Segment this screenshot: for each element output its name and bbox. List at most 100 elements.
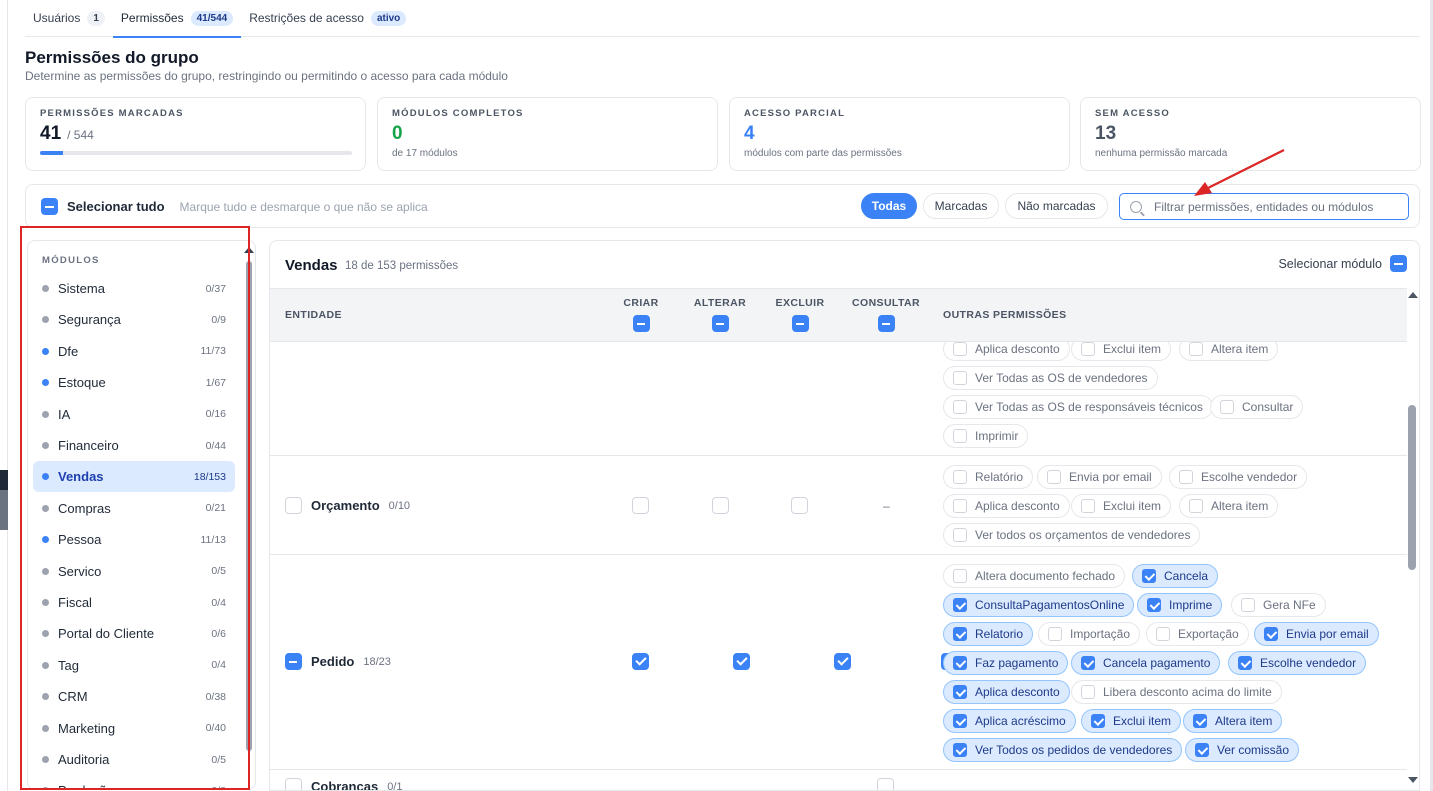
alterar-checkbox[interactable] <box>712 497 729 514</box>
sidebar-item-seguran-a[interactable]: Segurança 0/9 <box>33 304 235 335</box>
permission-chip[interactable]: Cancela pagamento <box>1071 651 1221 675</box>
permission-chip[interactable]: Aplica desconto <box>943 342 1070 361</box>
permission-chip[interactable]: Relatório <box>943 465 1034 489</box>
permission-checkbox[interactable] <box>1264 627 1278 641</box>
tab-restricoes[interactable]: Restrições de acesso ativo <box>241 0 414 37</box>
sidebar-item-vendas[interactable]: Vendas 18/153 <box>33 461 235 493</box>
scroll-up-arrow-icon[interactable] <box>1408 292 1418 298</box>
permission-checkbox[interactable] <box>953 470 967 484</box>
sidebar-item-financeiro[interactable]: Financeiro 0/44 <box>33 430 235 461</box>
permission-checkbox[interactable] <box>1081 499 1095 513</box>
permission-checkbox[interactable] <box>1091 714 1105 728</box>
sidebar-item-auditoria[interactable]: Auditoria 0/5 <box>33 744 235 775</box>
entity-checkbox[interactable] <box>285 778 302 790</box>
permission-checkbox[interactable] <box>953 598 967 612</box>
permission-chip[interactable]: Envia por email <box>1254 622 1379 646</box>
permission-checkbox[interactable] <box>953 685 967 699</box>
permission-chip[interactable]: Exportação <box>1146 622 1249 646</box>
select-all[interactable]: Selecionar tudo Marque tudo e desmarque … <box>41 198 428 215</box>
permission-chip[interactable]: Gera NFe <box>1231 593 1326 617</box>
permission-checkbox[interactable] <box>1081 656 1095 670</box>
permission-chip[interactable]: Altera item <box>1179 342 1279 361</box>
permission-checkbox[interactable] <box>953 656 967 670</box>
excluir-checkbox[interactable] <box>833 653 851 670</box>
scroll-down-arrow-icon[interactable] <box>1408 777 1418 783</box>
permission-chip[interactable]: Imprimir <box>943 424 1029 448</box>
sidebar-item-dfe[interactable]: Dfe 11/73 <box>33 336 235 367</box>
tab-permissoes[interactable]: Permissões 41/544 <box>112 0 242 38</box>
permission-checkbox[interactable] <box>953 627 967 641</box>
permission-chip[interactable]: Altera item <box>1179 494 1279 518</box>
minus-checkbox-icon[interactable] <box>1390 255 1407 272</box>
permission-checkbox[interactable] <box>1189 342 1203 356</box>
main-scrollbar[interactable] <box>1408 405 1416 570</box>
permission-checkbox[interactable] <box>953 743 967 757</box>
permission-checkbox[interactable] <box>953 371 967 385</box>
permission-chip[interactable]: Ver comissão <box>1185 738 1300 762</box>
permission-checkbox[interactable] <box>953 429 967 443</box>
permission-checkbox[interactable] <box>953 400 967 414</box>
permission-chip[interactable]: Exclui item <box>1071 342 1172 361</box>
permission-chip[interactable]: Aplica desconto <box>943 680 1070 704</box>
permission-checkbox[interactable] <box>1156 627 1170 641</box>
permission-chip[interactable]: Ver Todos os pedidos de vendedores <box>943 738 1183 762</box>
permission-chip[interactable]: Exclui item <box>1071 494 1172 518</box>
permission-checkbox[interactable] <box>1047 470 1061 484</box>
minus-checkbox-icon[interactable] <box>41 198 58 215</box>
minus-checkbox-icon[interactable] <box>632 315 650 332</box>
permission-chip[interactable]: Consultar <box>1210 395 1304 419</box>
sidebar-item-produ-o[interactable]: Produção0/8 <box>33 775 235 789</box>
alterar-checkbox[interactable] <box>733 653 751 670</box>
consultar-checkbox[interactable] <box>877 778 894 790</box>
minus-checkbox-icon[interactable] <box>711 315 729 332</box>
permission-checkbox[interactable] <box>1048 627 1062 641</box>
sidebar-item-estoque[interactable]: Estoque 1/67 <box>33 367 235 398</box>
permission-checkbox[interactable] <box>1241 598 1255 612</box>
permission-checkbox[interactable] <box>1179 470 1193 484</box>
permission-checkbox[interactable] <box>953 714 967 728</box>
permission-chip[interactable]: Aplica desconto <box>943 494 1070 518</box>
excluir-checkbox[interactable] <box>791 497 808 514</box>
permission-chip[interactable]: ConsultaPagamentosOnline <box>943 593 1135 617</box>
permission-checkbox[interactable] <box>1147 598 1161 612</box>
permission-chip[interactable]: Aplica acréscimo <box>943 709 1076 733</box>
permission-chip[interactable]: Envia por email <box>1037 465 1162 489</box>
permission-checkbox[interactable] <box>953 342 967 356</box>
entity-checkbox[interactable] <box>285 653 302 670</box>
permission-chip[interactable]: Exclui item <box>1081 709 1182 733</box>
minus-checkbox-icon[interactable] <box>877 315 895 332</box>
permission-chip[interactable]: Escolhe vendedor <box>1169 465 1308 489</box>
sidebar-item-crm[interactable]: CRM 0/38 <box>33 681 235 712</box>
filter-nao-marcadas-button[interactable]: Não marcadas <box>1005 193 1108 219</box>
permission-checkbox[interactable] <box>1195 743 1209 757</box>
criar-checkbox[interactable] <box>632 653 649 670</box>
sidebar-scrollbar[interactable] <box>246 261 252 751</box>
permission-chip[interactable]: Altera documento fechado <box>943 564 1126 588</box>
sidebar-item-compras[interactable]: Compras 0/21 <box>33 493 235 524</box>
permission-checkbox[interactable] <box>1193 714 1207 728</box>
sidebar-item-marketing[interactable]: Marketing 0/40 <box>33 713 235 744</box>
select-module-button[interactable]: Selecionar módulo <box>1278 255 1407 272</box>
permission-chip[interactable]: Escolhe vendedor <box>1228 651 1367 675</box>
permission-checkbox[interactable] <box>1142 569 1156 583</box>
permission-chip[interactable]: Ver Todas as OS de responsáveis técnicos <box>943 395 1213 419</box>
permission-checkbox[interactable] <box>1220 400 1234 414</box>
minus-checkbox-icon[interactable] <box>791 315 809 332</box>
permission-checkbox[interactable] <box>1081 342 1095 356</box>
permission-checkbox[interactable] <box>1189 499 1203 513</box>
criar-checkbox[interactable] <box>632 497 649 514</box>
sidebar-item-pessoa[interactable]: Pessoa 11/13 <box>33 524 235 555</box>
tab-usuarios[interactable]: Usuários 1 <box>25 0 113 37</box>
sidebar-item-servico[interactable]: Servico 0/5 <box>33 556 235 587</box>
filter-todas-button[interactable]: Todas <box>861 193 917 219</box>
permission-checkbox[interactable] <box>1081 685 1095 699</box>
permission-checkbox[interactable] <box>1238 656 1252 670</box>
permission-checkbox[interactable] <box>953 499 967 513</box>
sidebar-item-ia[interactable]: IA 0/16 <box>33 399 235 430</box>
permission-checkbox[interactable] <box>953 569 967 583</box>
permission-chip[interactable]: Ver todos os orçamentos de vendedores <box>943 523 1201 547</box>
search-input[interactable] <box>1154 199 1394 214</box>
permission-chip[interactable]: Relatorio <box>943 622 1034 646</box>
sidebar-item-portal-do-cliente[interactable]: Portal do Cliente 0/6 <box>33 618 235 649</box>
entity-checkbox[interactable] <box>285 497 302 514</box>
